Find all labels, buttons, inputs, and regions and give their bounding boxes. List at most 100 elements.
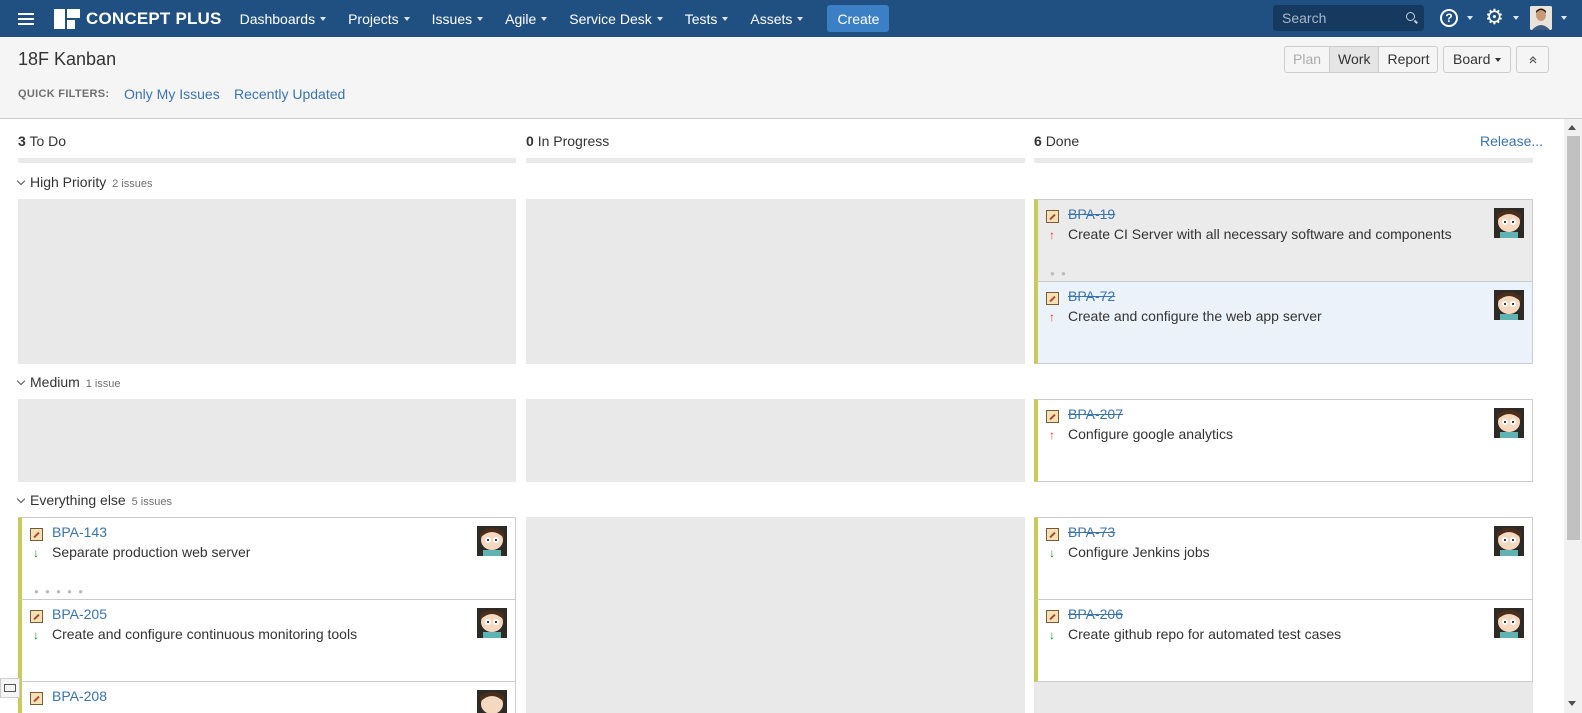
issue-summary: Separate production web server [52,544,251,560]
nav-projects-menu[interactable]: Projects [348,11,410,27]
issue-summary: Create github repo for automated test ca… [1068,626,1342,642]
column-divider [526,158,1025,163]
chevron-down-icon [1561,16,1567,20]
story-type-icon [30,528,43,541]
collapse-header-button[interactable] [1516,46,1549,73]
nav-label: Tests [684,10,718,27]
chevron-down-icon [797,16,804,21]
board-cell [18,399,516,482]
quick-filters-label: QUICK FILTERS: [18,88,110,100]
swimlane-count: 5 issues [131,496,172,508]
issue-key[interactable]: BPA-19 [1068,206,1115,222]
nav-issues-menu[interactable]: Issues [432,11,484,27]
board-menu-button[interactable]: Board [1443,46,1512,73]
column-name: In Progress [537,133,610,149]
assignee-avatar [1494,608,1524,638]
create-issue-button[interactable]: Create [827,5,890,32]
issue-key[interactable]: BPA-206 [1068,606,1123,622]
priority-low-icon: ↓ [1049,628,1055,642]
story-type-icon [30,610,43,623]
priority-low-icon: ↓ [33,546,39,560]
issue-key[interactable]: BPA-205 [52,606,107,622]
swimlane-count: 2 issues [112,178,153,190]
issue-card[interactable]: BPA-207 ↑ Configure google analytics [1034,399,1533,482]
issue-key[interactable]: BPA-207 [1068,406,1123,422]
nav-label: Projects [348,10,399,27]
nav-label: Service Desk [569,10,652,27]
chevron-down-icon [16,176,26,186]
quick-filter-only-my-issues[interactable]: Only My Issues [124,86,220,102]
logo[interactable]: CONCEPT PLUS [54,8,222,29]
issue-summary: Create CI Server with all necessary soft… [1068,226,1452,242]
assignee-avatar [477,526,507,556]
scroll-up-arrow-icon[interactable] [1568,125,1576,130]
nav-label: Assets [750,10,793,27]
chevron-down-icon [1495,58,1502,63]
nav-tests-menu[interactable]: Tests [685,11,729,27]
story-type-icon [1046,610,1059,623]
board-cell [526,517,1025,713]
column-count: 6 [1034,133,1042,149]
column-divider [1034,158,1533,163]
issue-key[interactable]: BPA-143 [52,524,107,540]
search-placeholder: Search [1282,10,1327,26]
issue-key[interactable]: BPA-73 [1068,524,1115,540]
issue-summary: Configure google analytics [1068,426,1233,442]
column-divider [18,158,516,163]
gear-icon[interactable]: ⚙ [1485,7,1504,29]
issue-card[interactable]: BPA-19 ↑ Create CI Server with all neces… [1034,199,1533,282]
mode-report-button[interactable]: Report [1378,47,1437,72]
issue-card[interactable]: BPA-143 ↓ Separate production web server… [18,517,516,600]
assignee-avatar [1494,408,1524,438]
priority-high-icon: ↑ [1049,228,1055,242]
scroll-down-arrow-icon[interactable] [1568,701,1576,706]
chevron-down-icon [16,494,26,504]
chevron-down-icon [1513,16,1519,20]
column-header-done: 6 Done [1034,133,1079,149]
card-drag-handle: ● ● ● ● ● [34,587,86,596]
chevron-down-icon [541,16,548,21]
issue-card[interactable]: BPA-72 ↑ Create and configure the web ap… [1034,281,1533,364]
priority-high-icon: ↑ [1049,310,1055,324]
priority-low-icon: ↓ [33,628,39,642]
issue-card[interactable]: BPA-206 ↓ Create github repo for automat… [1034,599,1533,682]
mode-plan-button[interactable]: Plan [1285,47,1329,72]
logo-text: CONCEPT PLUS [86,8,222,28]
board-mode-switcher: Plan Work Report [1284,46,1439,73]
feedback-button[interactable] [0,678,20,698]
story-type-icon [1046,528,1059,541]
swimlane-high-priority[interactable]: High Priority 2 issues [16,174,153,190]
issue-card[interactable]: BPA-205 ↓ Create and configure continuou… [18,599,516,682]
quick-filter-recently-updated[interactable]: Recently Updated [234,86,345,102]
board-menu-label: Board [1453,51,1491,67]
story-type-icon [1046,410,1059,423]
search-input[interactable]: Search [1273,5,1424,31]
nav-service-desk-menu[interactable]: Service Desk [569,10,663,27]
user-avatar[interactable] [1530,6,1552,30]
scrollbar-thumb[interactable] [1567,136,1580,540]
nav-agile-menu[interactable]: Agile [505,11,548,27]
nav-dashboards-menu[interactable]: Dashboards [240,11,327,27]
issue-summary: Create and configure continuous monitori… [52,626,358,642]
chevron-down-icon [16,376,26,386]
issue-card[interactable]: BPA-73 ↓ Configure Jenkins jobs [1034,517,1533,600]
chevron-down-icon [656,16,663,21]
app-switcher-menu-icon[interactable] [18,12,34,25]
board-cell [526,199,1025,364]
assignee-avatar [1494,290,1524,320]
nav-label: Dashboards [239,10,316,27]
help-icon[interactable]: ? [1440,9,1458,27]
swimlane-medium[interactable]: Medium 1 issue [16,374,121,390]
issue-card[interactable]: BPA-208 [18,681,516,713]
swimlane-name: Medium [30,374,80,390]
nav-assets-menu[interactable]: Assets [750,10,804,27]
swimlane-everything-else[interactable]: Everything else 5 issues [16,492,172,508]
issue-summary: Create and configure the web app server [1068,308,1322,324]
issue-key[interactable]: BPA-72 [1068,288,1115,304]
column-name: To Do [29,133,67,149]
issue-key[interactable]: BPA-208 [52,688,107,704]
assignee-avatar [477,690,507,713]
mode-work-button[interactable]: Work [1329,47,1379,72]
release-link[interactable]: Release... [1480,133,1543,149]
board-cell [526,399,1025,482]
